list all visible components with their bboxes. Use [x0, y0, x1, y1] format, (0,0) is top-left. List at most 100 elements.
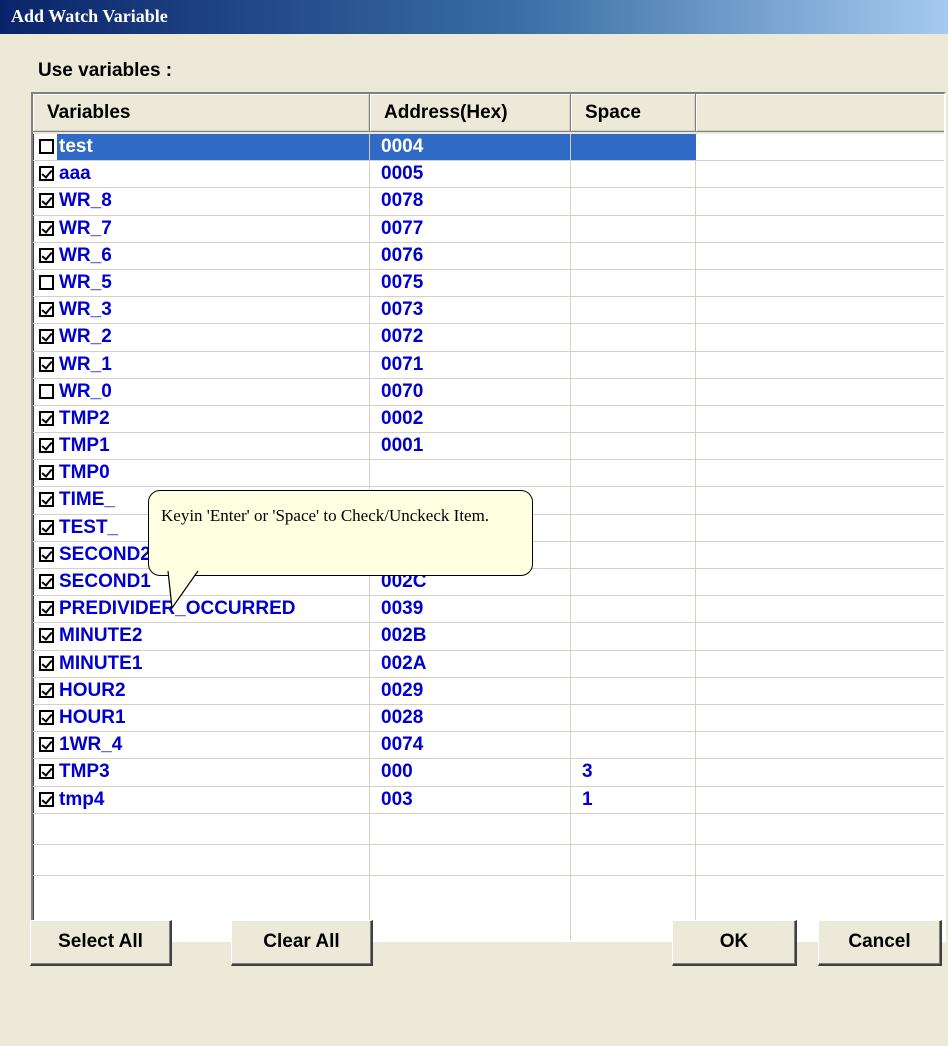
space-cell	[571, 515, 696, 541]
ok-button[interactable]: OK	[672, 920, 797, 966]
variable-cell: WR_2	[33, 324, 369, 350]
address-cell: 0078	[381, 190, 424, 212]
row-checkbox[interactable]	[39, 655, 54, 671]
row-checkbox[interactable]	[39, 519, 54, 535]
variable-cell: WR_1	[33, 352, 369, 378]
row-checkbox[interactable]	[39, 356, 54, 372]
row-checkbox[interactable]	[39, 709, 54, 725]
table-row[interactable]: WR_7 0077	[33, 216, 944, 243]
address-cell: 0076	[381, 244, 424, 266]
address-cell: 000	[381, 761, 413, 783]
row-checkbox[interactable]	[39, 601, 54, 617]
table-row[interactable]: WR_5 0075	[33, 270, 944, 298]
address-cell: 002A	[381, 652, 427, 674]
variable-cell: aaa	[33, 161, 369, 187]
table-row[interactable]: HOUR2 0029	[33, 678, 944, 705]
row-checkbox[interactable]	[39, 574, 54, 589]
title-bar[interactable]: Add Watch Variable	[0, 0, 948, 34]
variable-name: SECOND1	[59, 571, 151, 592]
table-row[interactable]: test 0004	[33, 134, 944, 162]
table-row[interactable]: tmp4 003 1	[33, 787, 944, 814]
select-all-button[interactable]: Select All	[30, 920, 172, 966]
tooltip-pointer	[167, 570, 199, 610]
table-row[interactable]: aaa 0005	[33, 161, 944, 189]
row-checkbox[interactable]	[39, 329, 54, 345]
address-cell: 0071	[381, 353, 424, 375]
space-cell	[571, 270, 696, 296]
address-cell: 0072	[381, 326, 424, 348]
variable-name: WR_0	[59, 380, 112, 402]
row-checkbox[interactable]	[39, 410, 54, 426]
variable-name: TEST_	[59, 516, 119, 538]
table-row[interactable]: HOUR1 0028	[33, 705, 944, 733]
address-cell: 0028	[381, 706, 424, 728]
variable-cell: WR_7	[33, 216, 369, 242]
row-checkbox[interactable]	[39, 546, 54, 562]
window-title: Add Watch Variable	[11, 6, 168, 26]
space-cell	[571, 596, 696, 622]
space-cell	[571, 651, 696, 677]
row-checkbox[interactable]	[39, 302, 54, 318]
row-checkbox[interactable]	[39, 139, 54, 154]
row-checkbox[interactable]	[39, 791, 54, 807]
column-header-space[interactable]: Space	[571, 94, 696, 132]
row-checkbox[interactable]	[39, 628, 54, 644]
row-checkbox[interactable]	[39, 220, 54, 236]
address-cell	[370, 460, 570, 486]
variable-name: HOUR2	[59, 679, 126, 701]
row-checkbox[interactable]	[39, 492, 54, 508]
table-row[interactable]: TMP3 000 3	[33, 759, 944, 787]
table-row[interactable]: MINUTE2 002B	[33, 623, 944, 651]
table-row[interactable]: TMP1 0001	[33, 433, 944, 461]
variable-name: aaa	[59, 163, 91, 185]
table-row[interactable]: WR_2 0072	[33, 324, 944, 352]
variable-name: TMP1	[59, 435, 110, 457]
table-row[interactable]: MINUTE1 002A	[33, 651, 944, 678]
address-cell: 0039	[381, 598, 424, 620]
column-header-variables[interactable]: Variables	[33, 94, 370, 132]
table-row[interactable]: TMP2 0002	[33, 406, 944, 434]
empty-row	[33, 814, 944, 845]
table-row[interactable]: WR_8 0078	[33, 188, 944, 216]
variable-name: SECOND2	[59, 543, 151, 565]
variable-name: WR_2	[59, 326, 112, 348]
row-checkbox[interactable]	[39, 764, 54, 780]
table-row[interactable]: WR_0 0070	[33, 379, 944, 406]
variable-cell: MINUTE1	[33, 651, 369, 677]
row-checkbox[interactable]	[39, 193, 54, 209]
row-checkbox[interactable]	[39, 166, 54, 182]
variable-name: WR_5	[59, 271, 112, 293]
variable-name: 1WR_4	[59, 734, 123, 756]
table-row[interactable]: TMP0	[33, 460, 944, 488]
variable-cell: WR_6	[33, 243, 369, 269]
variable-name: test	[57, 134, 369, 160]
row-checkbox[interactable]	[39, 682, 54, 698]
variable-name: tmp4	[59, 788, 105, 810]
address-cell: 0077	[381, 217, 424, 239]
variable-name: HOUR1	[59, 706, 126, 728]
variable-name: TIME_	[59, 489, 115, 511]
space-cell	[571, 134, 696, 161]
space-cell	[571, 732, 696, 758]
row-checkbox[interactable]	[39, 438, 54, 454]
row-checkbox[interactable]	[39, 383, 54, 399]
space-cell	[571, 161, 696, 187]
column-header-address[interactable]: Address(Hex)	[370, 94, 571, 132]
table-row[interactable]: WR_3 0073	[33, 297, 944, 325]
row-checkbox[interactable]	[39, 737, 54, 753]
row-checkbox[interactable]	[39, 247, 54, 263]
table-row[interactable]: 1WR_4 0074	[33, 732, 944, 760]
space-cell	[571, 433, 696, 459]
table-row[interactable]: WR_1 0071	[33, 352, 944, 379]
row-checkbox[interactable]	[39, 274, 54, 290]
variable-cell: WR_5	[33, 270, 369, 296]
space-cell	[571, 243, 696, 269]
variable-name: WR_7	[59, 217, 112, 239]
clear-all-button[interactable]: Clear All	[231, 920, 373, 966]
variable-cell: TMP2	[33, 406, 369, 432]
use-variables-label: Use variables :	[38, 60, 173, 81]
row-checkbox[interactable]	[39, 465, 54, 481]
cancel-button[interactable]: Cancel	[818, 920, 942, 966]
table-row[interactable]: WR_6 0076	[33, 243, 944, 270]
variable-name: MINUTE1	[59, 652, 143, 674]
